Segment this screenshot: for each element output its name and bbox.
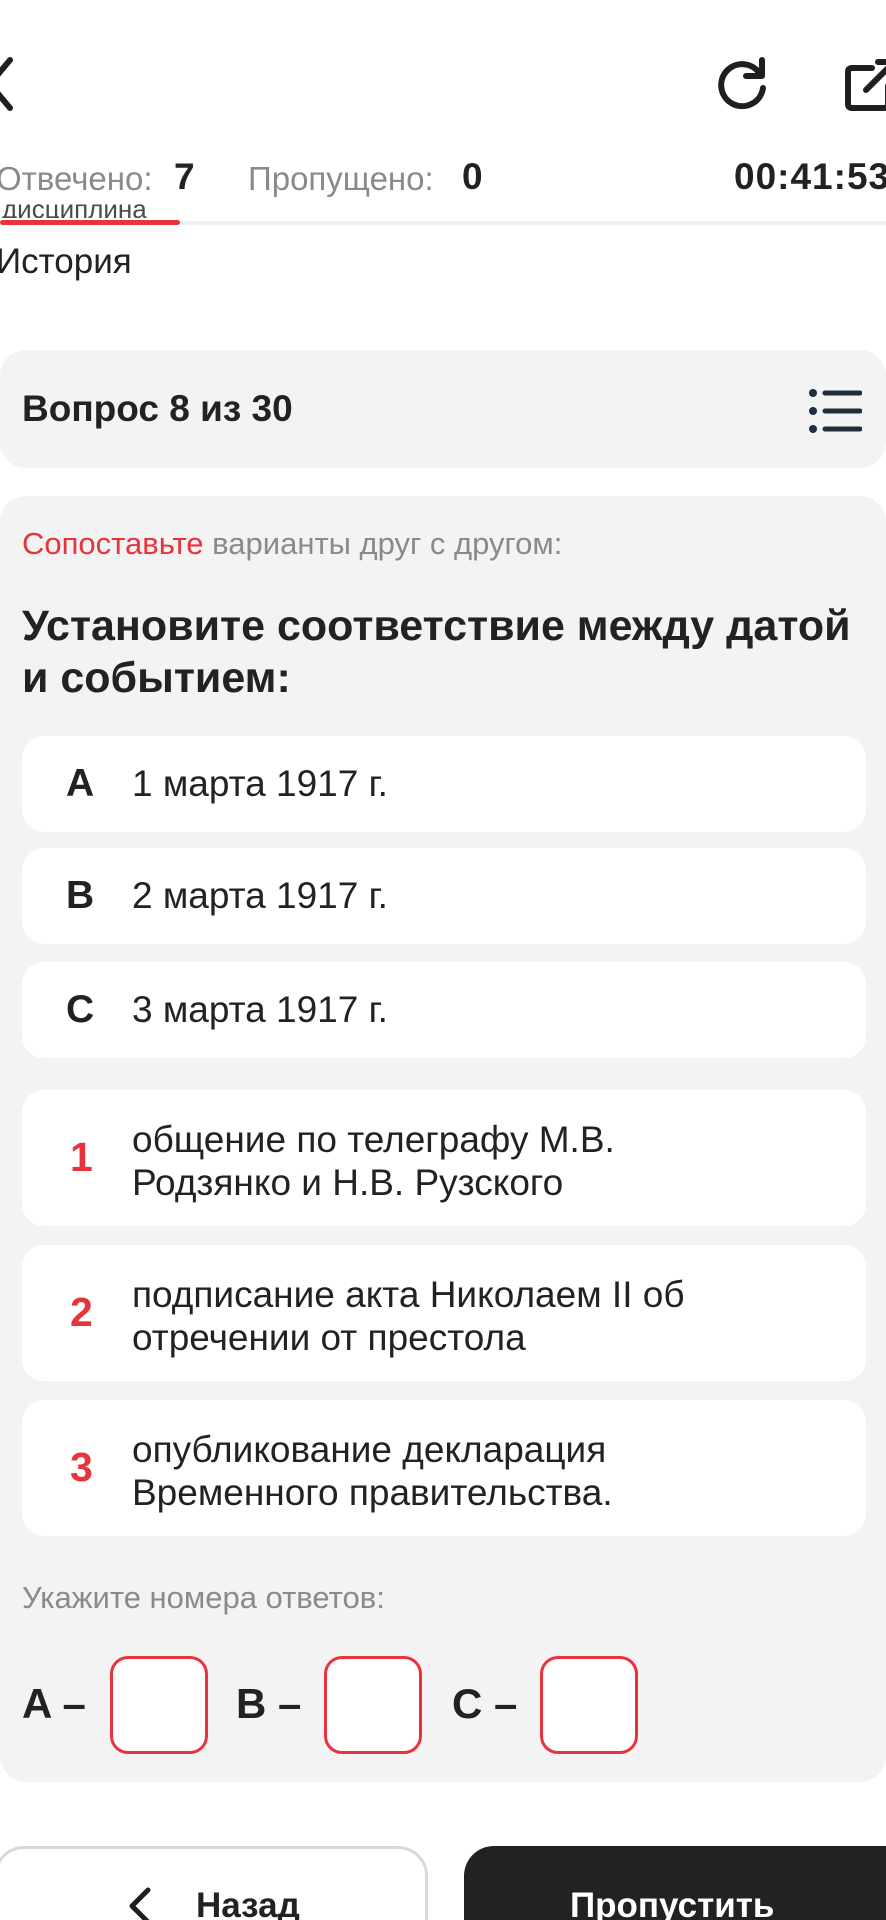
question-text: Установите соответствие между датой и со…: [22, 602, 851, 702]
answer-label-b: B –: [236, 1680, 302, 1727]
question-counter: Вопрос 8 из 30: [22, 388, 293, 429]
option-letter: C: [66, 988, 95, 1031]
answered-count: 7: [174, 156, 195, 197]
chevron-left-icon: [129, 1887, 151, 1920]
option-letter: A: [66, 762, 95, 805]
option-text-line1: опубликование декларация: [132, 1429, 607, 1470]
date-option-c: C 3 марта 1917 г.: [22, 962, 866, 1058]
answered-label: Отвечено:: [0, 160, 153, 197]
date-option-a: A 1 марта 1917 г.: [22, 736, 866, 832]
divider: [180, 221, 886, 225]
option-number: 3: [70, 1444, 93, 1490]
event-option-1: 1 общение по телеграфу М.В. Родзянко и Н…: [22, 1090, 866, 1226]
option-text-line1: общение по телеграфу М.В.: [132, 1119, 615, 1160]
skipped-count: 0: [462, 156, 483, 197]
option-text: 1 марта 1917 г.: [132, 763, 388, 804]
option-letter: B: [66, 874, 95, 917]
question-header-panel: Вопрос 8 из 30: [0, 350, 886, 468]
subject-title: История: [0, 242, 132, 281]
answer-label-c: C –: [452, 1680, 518, 1727]
chevron-left-icon[interactable]: [0, 56, 16, 112]
answer-prompt: Укажите номера ответов:: [22, 1580, 385, 1615]
skip-button-label: Пропустить: [570, 1886, 775, 1920]
answer-input-a[interactable]: [110, 1656, 208, 1754]
reload-icon[interactable]: [712, 54, 772, 114]
event-option-2: 2 подписание акта Николаем II об отречен…: [22, 1245, 866, 1381]
option-text-line2: Родзянко и Н.В. Рузского: [132, 1162, 564, 1203]
instruction: Сопоставьте варианты друг с другом:: [22, 526, 562, 562]
event-option-3: 3 опубликование декларация Временного пр…: [22, 1400, 866, 1536]
instruction-accent: Сопоставьте: [22, 526, 204, 561]
external-link-icon[interactable]: [842, 58, 886, 114]
option-text-line2: отречении от престола: [132, 1317, 526, 1358]
answer-input-b[interactable]: [324, 1656, 422, 1754]
timer: 00:41:53: [734, 156, 886, 197]
option-text: 2 марта 1917 г.: [132, 875, 388, 916]
list-icon[interactable]: [808, 388, 862, 434]
date-option-b: B 2 марта 1917 г.: [22, 848, 866, 944]
option-number: 1: [70, 1134, 93, 1180]
back-button-label: Назад: [196, 1886, 300, 1920]
option-text-line1: подписание акта Николаем II об: [132, 1274, 685, 1315]
skipped-label: Пропущено:: [248, 160, 434, 197]
option-text-line2: Временного правительства.: [132, 1472, 613, 1513]
option-text: 3 марта 1917 г.: [132, 989, 388, 1030]
option-number: 2: [70, 1289, 93, 1335]
answer-input-c[interactable]: [540, 1656, 638, 1754]
tab-label-partial: дисциплина: [2, 196, 147, 218]
active-tab-underline: [0, 220, 180, 225]
answer-label-a: A –: [22, 1680, 86, 1727]
instruction-rest: варианты друг с другом:: [203, 526, 563, 561]
